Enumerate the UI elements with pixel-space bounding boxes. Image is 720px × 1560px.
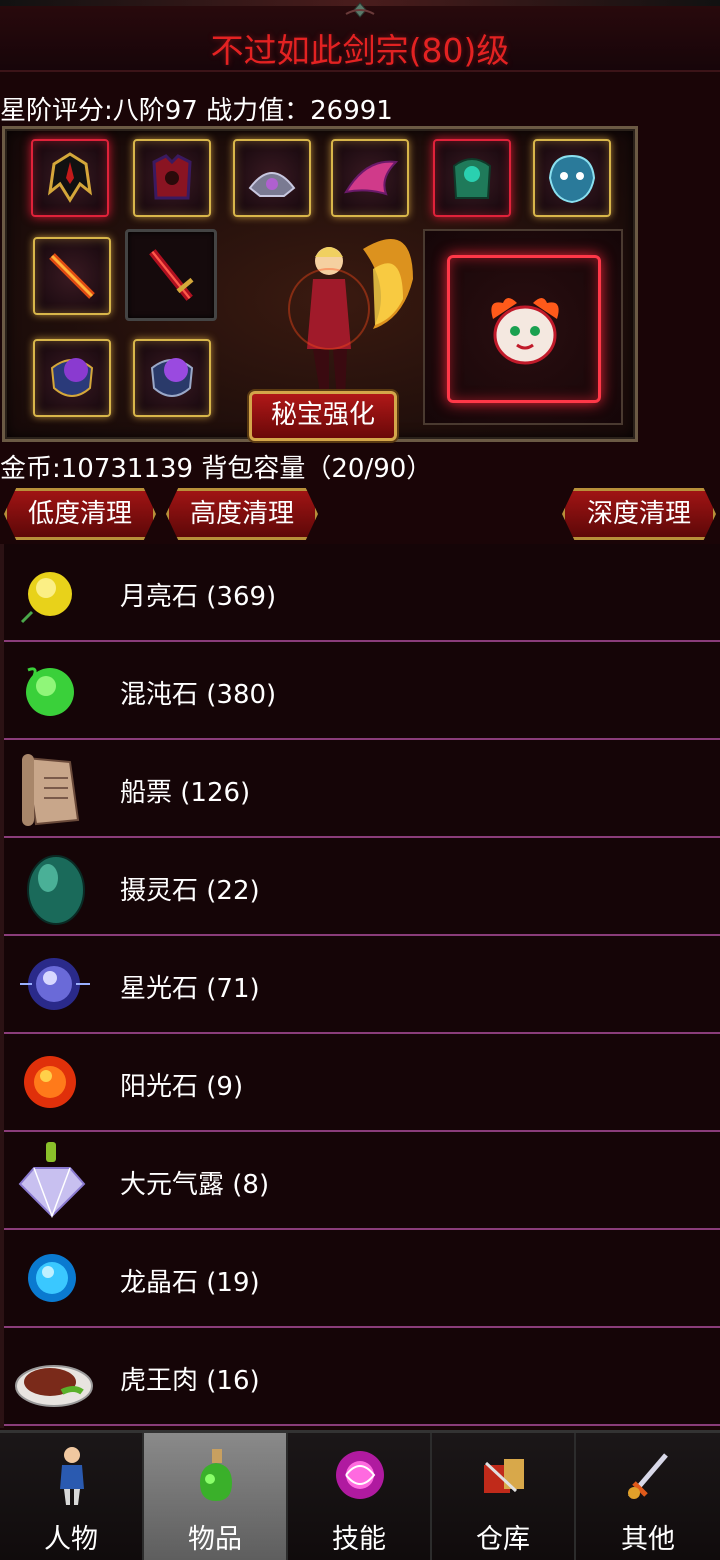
- equip-slot-ring[interactable]: [133, 339, 211, 417]
- item-list[interactable]: 月亮石 (369) 混沌石 (380) 船票 (126) 摄灵石 (22) 星光…: [0, 544, 720, 1428]
- item-label: 虎王肉 (16): [120, 1366, 260, 1396]
- helmet-icon: [47, 152, 93, 203]
- tab-warehouse[interactable]: 仓库: [432, 1433, 576, 1560]
- tab-label: 其他: [621, 1524, 675, 1555]
- warehouse-icon: [484, 1459, 524, 1493]
- list-item[interactable]: 月亮石 (369): [4, 544, 720, 642]
- item-label: 大元气露 (8): [120, 1170, 270, 1200]
- skill-orb-icon: [336, 1451, 384, 1499]
- equip-slot-weapon[interactable]: [125, 229, 217, 321]
- tab-items[interactable]: 物品: [144, 1433, 288, 1560]
- equip-slot-boots[interactable]: [33, 339, 111, 417]
- tab-label: 技能: [332, 1524, 386, 1555]
- title-bar: 不过如此剑宗(80)级: [0, 0, 720, 72]
- flame-sword-icon: [49, 253, 95, 299]
- list-item[interactable]: 龙晶石 (19): [4, 1230, 720, 1328]
- list-item[interactable]: 船票 (126): [4, 740, 720, 838]
- steak-icon: [15, 1365, 93, 1407]
- potion-icon: [200, 1449, 232, 1501]
- tab-other[interactable]: 其他: [576, 1433, 720, 1560]
- armor-icon: [152, 154, 192, 200]
- list-item[interactable]: 阳光石 (9): [4, 1034, 720, 1132]
- item-label: 月亮石 (369): [120, 582, 277, 612]
- ornament-icon: [345, 2, 375, 18]
- beast-mask-icon: [548, 154, 596, 204]
- item-label: 星光石 (71): [120, 974, 260, 1004]
- sword-icon: [628, 1453, 668, 1499]
- ring-icon: [150, 358, 194, 397]
- character-avatar: [288, 239, 413, 399]
- list-item[interactable]: 大元气露 (8): [4, 1132, 720, 1230]
- boots-icon: [50, 358, 94, 397]
- high-clean-button[interactable]: 高度清理: [166, 488, 318, 540]
- equipment-panel: 秘宝强化: [2, 126, 638, 442]
- deep-clean-button[interactable]: 深度清理: [562, 488, 716, 540]
- character-title: 不过如此剑宗(80)级: [210, 31, 510, 70]
- treasure-enhance-button[interactable]: 秘宝强化: [249, 391, 397, 441]
- bottom-nav: 人物 物品 技能 仓库 其他: [0, 1430, 720, 1560]
- equip-slot-shoulder[interactable]: [233, 139, 311, 217]
- dragon-crystal-icon: [28, 1254, 76, 1302]
- pet-frame[interactable]: [423, 229, 623, 425]
- chaos-stone-icon: [26, 667, 74, 716]
- equip-slot-gloves[interactable]: [433, 139, 511, 217]
- gloves-icon: [452, 158, 492, 199]
- equip-slot-mount[interactable]: [533, 139, 611, 217]
- wing-icon: [344, 160, 399, 196]
- gold-and-capacity: 金币:10731139 背包容量（20/90）: [0, 454, 433, 484]
- shoulder-icon: [248, 172, 296, 197]
- star-rating-power: 星阶评分:八阶97 战力值：26991: [0, 96, 393, 126]
- sun-orb-icon: [24, 1056, 76, 1108]
- tab-label: 物品: [188, 1524, 242, 1555]
- list-item[interactable]: 星光石 (71): [4, 936, 720, 1034]
- equip-slot-helmet[interactable]: [31, 139, 109, 217]
- list-item[interactable]: 虎王肉 (16): [4, 1328, 720, 1426]
- sword-icon: [149, 249, 194, 301]
- equip-slot-weapon-2[interactable]: [33, 237, 111, 315]
- starlight-orb-icon: [20, 958, 90, 1010]
- character-icon: [60, 1447, 84, 1505]
- item-label: 摄灵石 (22): [120, 876, 260, 906]
- item-label: 阳光石 (9): [120, 1072, 244, 1102]
- list-item[interactable]: 混沌石 (380): [4, 642, 720, 740]
- equip-slot-armor[interactable]: [133, 139, 211, 217]
- item-label: 船票 (126): [120, 778, 251, 808]
- low-clean-button[interactable]: 低度清理: [4, 488, 156, 540]
- pet-icon: [491, 298, 559, 365]
- tab-character[interactable]: 人物: [0, 1433, 144, 1560]
- tab-label: 人物: [44, 1524, 98, 1555]
- crystal-potion-icon: [18, 1142, 86, 1219]
- moonstone-icon: [20, 572, 72, 624]
- item-label: 混沌石 (380): [120, 680, 277, 710]
- list-item[interactable]: 摄灵石 (22): [4, 838, 720, 936]
- tab-label: 仓库: [476, 1524, 530, 1555]
- scroll-ticket-icon: [22, 754, 80, 826]
- item-label: 龙晶石 (19): [120, 1268, 260, 1298]
- tab-skills[interactable]: 技能: [288, 1433, 432, 1560]
- equip-slot-wing[interactable]: [331, 139, 409, 217]
- spirit-egg-icon: [27, 855, 85, 925]
